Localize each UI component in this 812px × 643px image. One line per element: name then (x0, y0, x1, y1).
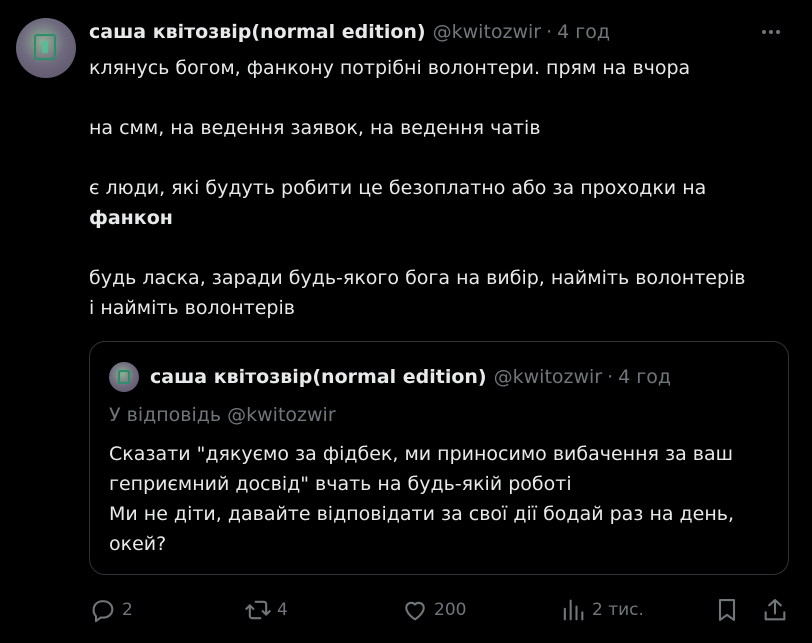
reply-button[interactable]: 2 (89, 592, 133, 628)
quote-separator-dot: · (607, 366, 614, 388)
share-icon (764, 599, 786, 621)
bookmark-button[interactable] (713, 592, 741, 628)
quote-timestamp: 4 год (618, 366, 672, 388)
more-options-icon[interactable] (762, 30, 780, 34)
separator-dot: · (546, 21, 553, 43)
quote-avatar-image (118, 370, 130, 384)
reply-to-label: У відповідь @kwitozwir (109, 404, 336, 426)
quote-author-handle: @kwitozwir (493, 366, 603, 388)
tweet-text-line-bold: фанкон (89, 207, 173, 229)
quote-author-name: саша квітозвір(normal edition) (150, 366, 487, 388)
quote-header: саша квітозвір(normal edition) @kwitozwi… (150, 364, 671, 390)
tweet-header: саша квітозвір(normal edition) @kwitozwi… (89, 19, 610, 45)
like-button[interactable]: 200 (401, 592, 466, 628)
bookmark-icon (718, 599, 736, 621)
tweet[interactable]: саша квітозвір(normal edition) @kwitozwi… (0, 0, 812, 643)
action-bar: 2 4 200 2 тис. (0, 592, 812, 628)
quote-text-line: Сказати "дякуємо за фідбек, ми приносимо… (109, 443, 733, 465)
quote-text-line: окей? (109, 533, 167, 555)
author-handle[interactable]: @kwitozwir (433, 21, 542, 43)
repost-icon (245, 600, 271, 620)
quote-avatar (109, 362, 139, 392)
views-button[interactable]: 2 тис. (559, 592, 644, 628)
like-icon (405, 601, 425, 621)
tweet-text-line: клянусь богом, фанкону потрібні волонтер… (89, 57, 691, 79)
tweet-text-line: є люди, які будуть робити це безоплатно … (89, 177, 707, 199)
quote-text-line: Ми не діти, давайте відповідати за свої … (109, 503, 735, 525)
views-icon (563, 599, 584, 621)
tweet-text-line: будь ласка, заради будь-якого бога на ви… (89, 267, 746, 289)
tweet-text-line: на смм, на ведення заявок, на ведення ча… (89, 117, 541, 139)
reply-count: 2 (122, 600, 133, 620)
quoted-tweet[interactable]: саша квітозвір(normal edition) @kwitozwi… (89, 341, 789, 575)
reply-icon (92, 600, 114, 623)
share-button[interactable] (761, 592, 789, 628)
author-name[interactable]: саша квітозвір(normal edition) (89, 21, 426, 43)
avatar[interactable] (16, 18, 76, 78)
quote-text: Сказати "дякуємо за фідбек, ми приносимо… (109, 439, 779, 559)
avatar-image (34, 34, 56, 60)
repost-count: 4 (277, 600, 288, 620)
quote-text-line: геприємний досвід" вчать на будь-якій ро… (109, 473, 572, 495)
views-count: 2 тис. (592, 600, 644, 620)
timestamp[interactable]: 4 год (557, 21, 610, 43)
tweet-text-line: і найміть волонтерів (89, 297, 295, 319)
repost-button[interactable]: 4 (244, 592, 288, 628)
like-count: 200 (434, 600, 467, 620)
